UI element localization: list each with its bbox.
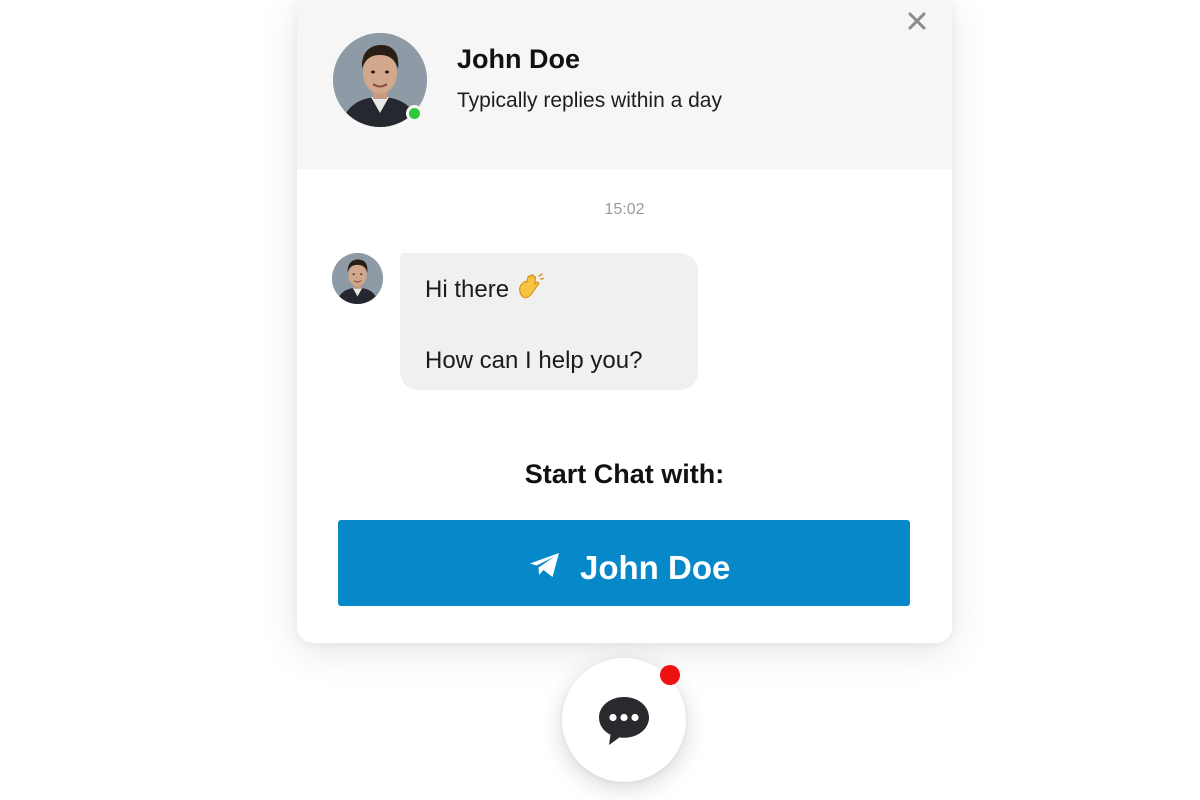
message-avatar <box>332 253 383 304</box>
page: John Doe Typically replies within a day … <box>0 0 1200 800</box>
message-bubble: Hi there How can I help you? <box>400 253 698 390</box>
agent-name: John Doe <box>457 44 581 74</box>
start-chat-telegram-button[interactable]: John Doe <box>338 520 910 606</box>
waving-hand-icon <box>515 271 545 308</box>
message-line: Hi there <box>425 271 545 308</box>
chat-header: John Doe Typically replies within a day <box>297 0 952 169</box>
chat-widget-panel: John Doe Typically replies within a day … <box>297 0 952 643</box>
telegram-plane-icon <box>528 551 562 579</box>
notification-badge <box>660 665 680 685</box>
chat-bubble-icon <box>596 692 652 748</box>
online-status-dot <box>406 105 423 122</box>
start-chat-button-label: John Doe <box>580 549 731 586</box>
close-icon[interactable] <box>905 9 929 33</box>
start-chat-label: Start Chat with: <box>524 459 725 489</box>
message-timestamp: 15:02 <box>604 201 645 218</box>
message-text: How can I help you? <box>425 347 643 374</box>
agent-reply-status: Typically replies within a day <box>457 89 722 112</box>
message-text: Hi there <box>425 276 510 303</box>
